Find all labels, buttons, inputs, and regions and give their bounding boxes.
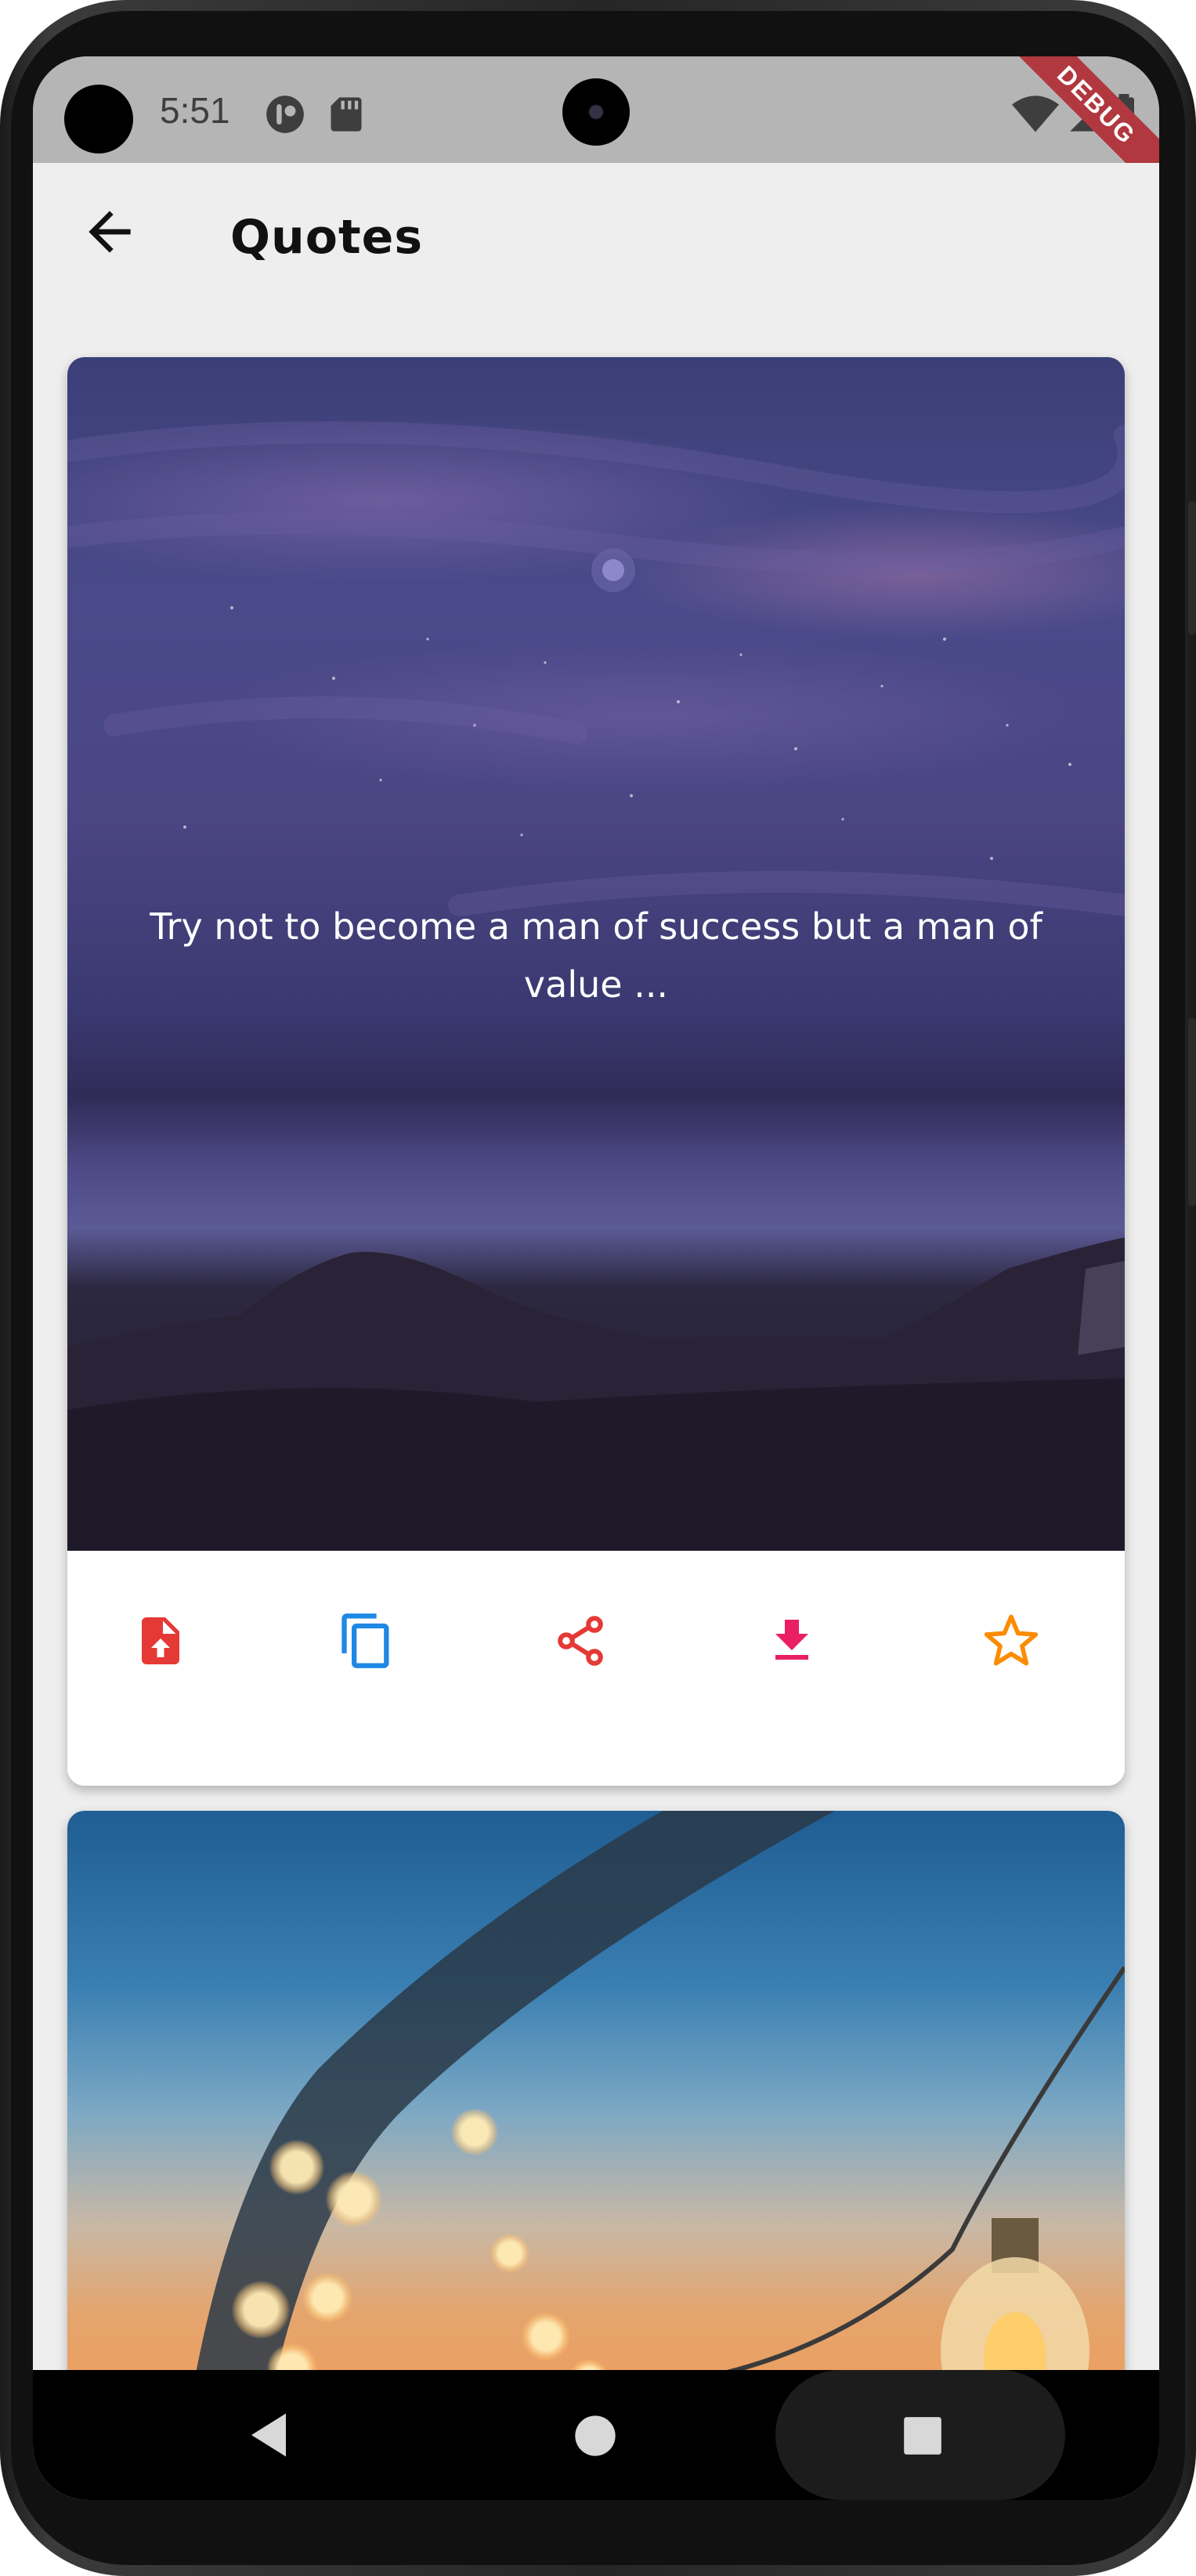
navigation-bar (33, 2370, 1159, 2500)
nav-home-icon[interactable] (573, 2414, 617, 2458)
nav-back-icon[interactable] (243, 2409, 294, 2461)
copy-icon (341, 1613, 389, 1668)
export-quote-button[interactable] (117, 1598, 204, 1684)
status-time: 5:51 (160, 90, 230, 131)
share-quote-button[interactable] (537, 1598, 623, 1684)
rocks-decoration (67, 1237, 1125, 1551)
share-icon (558, 1616, 603, 1666)
nav-recents-icon[interactable] (902, 2415, 943, 2456)
bokeh-light (326, 2171, 382, 2227)
star-outline-icon (984, 1614, 1039, 1666)
file-upload-icon (142, 1617, 179, 1664)
bokeh-light (269, 2140, 324, 2195)
bokeh-light (302, 2273, 352, 2323)
power-button (1188, 1018, 1196, 1206)
bokeh-light (522, 2312, 570, 2361)
status-bar: 5:51 DEBUG (33, 56, 1159, 208)
copy-quote-button[interactable] (323, 1598, 410, 1684)
bokeh-light (451, 2108, 498, 2155)
front-sensor (64, 85, 133, 154)
railing-decoration (185, 1811, 1125, 2437)
quote-card (67, 1811, 1125, 2437)
favorite-quote-button[interactable] (968, 1598, 1054, 1684)
download-icon (775, 1620, 808, 1660)
quote-background-image (67, 1811, 1125, 2437)
app-bar: Quotes (33, 163, 1159, 294)
quote-card: Try not to become a man of success but a… (67, 357, 1125, 1786)
sd-card-icon (331, 97, 362, 132)
wifi-icon (1012, 96, 1059, 132)
screen: 5:51 DEBUG Quotes Try not to become a ma… (33, 56, 1159, 2500)
quote-actions (67, 1551, 1125, 1786)
front-camera (562, 78, 630, 146)
volume-button (1188, 501, 1196, 634)
arrow-back-icon[interactable] (78, 201, 141, 263)
notification-icon (266, 96, 304, 133)
bokeh-light (490, 2234, 529, 2273)
device: 5:51 DEBUG Quotes Try not to become a ma… (0, 0, 1196, 2576)
quote-text: Try not to become a man of success but a… (150, 905, 1042, 1006)
bokeh-light (232, 2281, 290, 2339)
quote-background-image: Try not to become a man of success but a… (67, 357, 1125, 1551)
page-title: Quotes (230, 210, 424, 265)
download-quote-button[interactable] (749, 1598, 835, 1684)
